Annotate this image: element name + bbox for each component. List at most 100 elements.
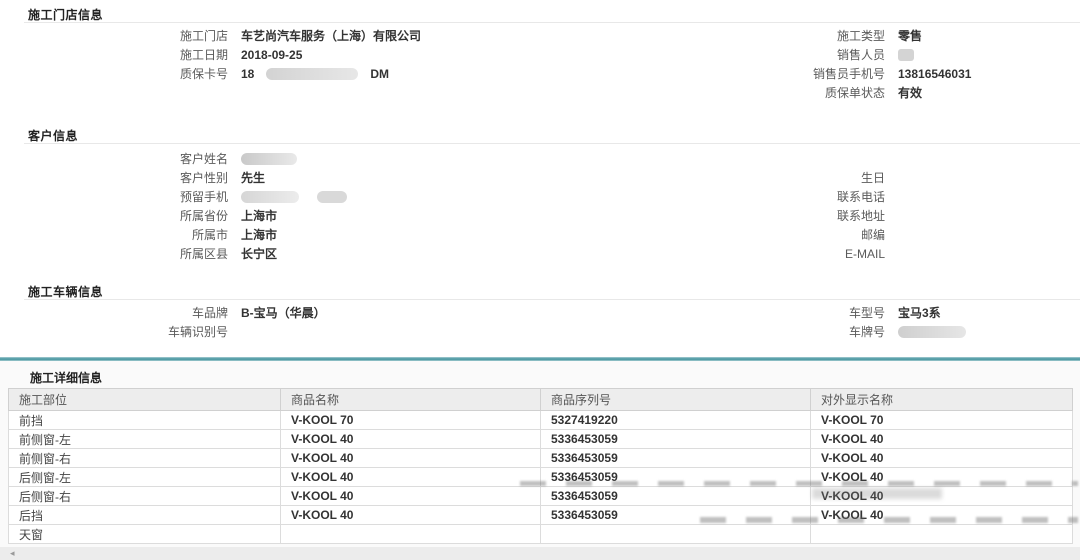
field-label: 客户性别 xyxy=(28,169,228,186)
cell-serial: 5336453059 xyxy=(541,487,811,506)
field-label: 车辆识别号 xyxy=(28,323,228,340)
field-label: 车品牌 xyxy=(28,304,228,321)
field-value: 18DM xyxy=(241,67,389,81)
cell-part: 前挡 xyxy=(9,411,281,430)
cell-display-name xyxy=(811,525,1073,544)
cell-serial xyxy=(541,525,811,544)
field-label: 施工类型 xyxy=(640,27,885,44)
section-title-details: 施工详细信息 xyxy=(30,369,102,386)
field-row-warranty-card: 质保卡号 18DM xyxy=(28,64,421,83)
field-label: 施工门店 xyxy=(28,27,228,44)
cell-product: V-KOOL 40 xyxy=(281,506,541,525)
field-label: 邮编 xyxy=(640,226,885,243)
table-row: 前侧窗-右 V-KOOL 40 5336453059 V-KOOL 40 xyxy=(9,449,1073,468)
cell-part: 后侧窗-右 xyxy=(9,487,281,506)
cell-serial: 5327419220 xyxy=(541,411,811,430)
vehicle-right-fields: 车型号 宝马3系 车牌号 xyxy=(640,303,1060,341)
cell-product: V-KOOL 40 xyxy=(281,487,541,506)
field-row-sales-phone: 销售员手机号 13816546031 xyxy=(640,64,1060,83)
field-value xyxy=(241,153,297,165)
divider xyxy=(24,299,1080,300)
redacted-value xyxy=(898,49,914,61)
field-label: 所属市 xyxy=(28,226,228,243)
field-value xyxy=(898,326,966,338)
field-label: 所属区县 xyxy=(28,245,228,262)
field-value: 13816546031 xyxy=(898,67,971,81)
col-header-display-name: 对外显示名称 xyxy=(811,389,1073,411)
cell-display-name: V-KOOL 40 xyxy=(811,506,1073,525)
table-row: 后侧窗-右 V-KOOL 40 5336453059 V-KOOL 40 xyxy=(9,487,1073,506)
customer-right-fields: 生日 联系电话 联系地址 邮编 E-MAIL xyxy=(640,168,1060,263)
cell-product: V-KOOL 40 xyxy=(281,430,541,449)
field-row-city: 所属市 上海市 xyxy=(28,225,347,244)
cell-display-name: V-KOOL 40 xyxy=(811,487,1073,506)
field-row-birthday: 生日 xyxy=(640,168,1060,187)
field-row-model: 车型号 宝马3系 xyxy=(640,303,1060,322)
field-value: B-宝马（华晨） xyxy=(241,304,326,321)
divider xyxy=(24,22,1080,23)
col-header-serial: 商品序列号 xyxy=(541,389,811,411)
section-title-customer: 客户信息 xyxy=(28,127,78,144)
field-value: 宝马3系 xyxy=(898,304,941,321)
section-title-store: 施工门店信息 xyxy=(28,6,103,23)
field-label: 车型号 xyxy=(640,304,885,321)
table-row: 天窗 xyxy=(9,525,1073,544)
field-label: 客户姓名 xyxy=(28,150,228,167)
cell-product: V-KOOL 40 xyxy=(281,449,541,468)
warranty-card-suffix: DM xyxy=(370,67,389,81)
field-value: 2018-09-25 xyxy=(241,48,302,62)
field-value xyxy=(241,191,347,203)
customer-left-fields: 客户姓名 客户性别 先生 预留手机 所属省份 上海市 所属市 上海市 所属区县 … xyxy=(28,149,347,263)
field-label: 联系电话 xyxy=(640,188,885,205)
field-label: 所属省份 xyxy=(28,207,228,224)
redacted-value xyxy=(241,191,299,203)
field-row-vin: 车辆识别号 xyxy=(28,322,326,341)
cell-part: 天窗 xyxy=(9,525,281,544)
redacted-value xyxy=(266,68,358,80)
field-row-salesperson: 销售人员 xyxy=(640,45,1060,64)
field-label: 施工日期 xyxy=(28,46,228,63)
redacted-value xyxy=(241,153,297,165)
cell-display-name: V-KOOL 40 xyxy=(811,468,1073,487)
cell-serial: 5336453059 xyxy=(541,468,811,487)
store-left-fields: 施工门店 车艺尚汽车服务（上海）有限公司 施工日期 2018-09-25 质保卡… xyxy=(28,26,421,83)
cell-display-name: V-KOOL 40 xyxy=(811,430,1073,449)
field-row-phone: 预留手机 xyxy=(28,187,347,206)
field-label: 销售人员 xyxy=(640,46,885,63)
cell-part: 后挡 xyxy=(9,506,281,525)
cell-serial: 5336453059 xyxy=(541,430,811,449)
redacted-value xyxy=(317,191,347,203)
cell-display-name: V-KOOL 70 xyxy=(811,411,1073,430)
cell-part: 前侧窗-左 xyxy=(9,430,281,449)
field-label: E-MAIL xyxy=(640,247,885,261)
field-label: 预留手机 xyxy=(28,188,228,205)
divider xyxy=(24,143,1080,144)
field-label: 生日 xyxy=(640,169,885,186)
field-row-customer-name: 客户姓名 xyxy=(28,149,347,168)
cell-product: V-KOOL 40 xyxy=(281,468,541,487)
field-row-address: 联系地址 xyxy=(640,206,1060,225)
table-row: 后侧窗-左 V-KOOL 40 5336453059 V-KOOL 40 xyxy=(9,468,1073,487)
field-row-district: 所属区县 长宁区 xyxy=(28,244,347,263)
horizontal-scrollbar[interactable]: ◂ xyxy=(0,547,1080,560)
field-row-contact-phone: 联系电话 xyxy=(640,187,1060,206)
table-row: 前挡 V-KOOL 70 5327419220 V-KOOL 70 xyxy=(9,411,1073,430)
cell-product: V-KOOL 70 xyxy=(281,411,541,430)
scroll-left-arrow-icon[interactable]: ◂ xyxy=(10,548,15,559)
field-value: 零售 xyxy=(898,27,922,44)
field-value: 上海市 xyxy=(241,226,277,243)
field-value xyxy=(898,49,914,61)
field-value: 有效 xyxy=(898,84,922,101)
field-row-brand: 车品牌 B-宝马（华晨） xyxy=(28,303,326,322)
cell-part: 前侧窗-右 xyxy=(9,449,281,468)
field-row-store-name: 施工门店 车艺尚汽车服务（上海）有限公司 xyxy=(28,26,421,45)
field-row-province: 所属省份 上海市 xyxy=(28,206,347,225)
field-value: 上海市 xyxy=(241,207,277,224)
field-label: 车牌号 xyxy=(640,323,885,340)
field-row-type: 施工类型 零售 xyxy=(640,26,1060,45)
field-row-date: 施工日期 2018-09-25 xyxy=(28,45,421,64)
field-row-warranty-status: 质保单状态 有效 xyxy=(640,83,1060,102)
field-label: 质保卡号 xyxy=(28,65,228,82)
cell-part: 后侧窗-左 xyxy=(9,468,281,487)
field-value: 长宁区 xyxy=(241,245,277,262)
